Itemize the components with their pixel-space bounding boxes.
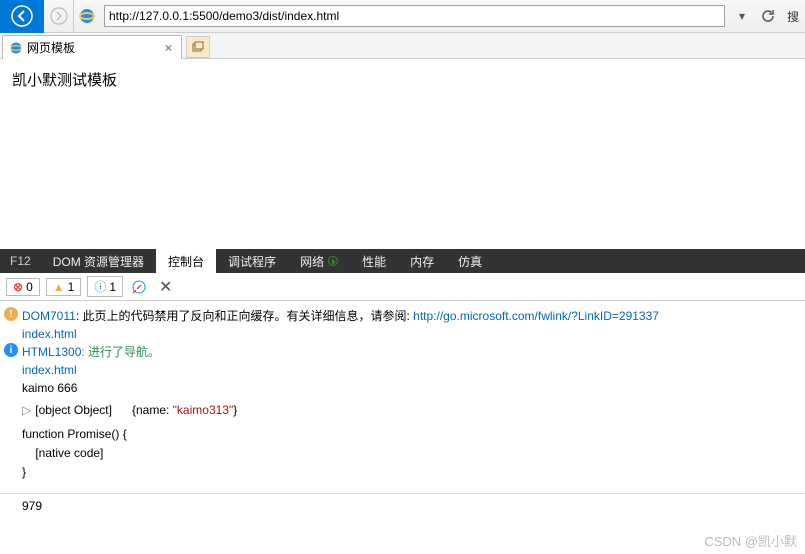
warning-icon: !: [4, 307, 18, 321]
error-icon: ⊗: [13, 280, 23, 294]
refresh-button[interactable]: [756, 4, 780, 28]
warning-count[interactable]: ▲ 1: [46, 278, 82, 296]
ie-icon: [9, 41, 23, 55]
f12-label: F12: [0, 254, 41, 268]
console-output: ! DOM7011: 此页上的代码禁用了反向和正向缓存。有关详细信息，请参阅: …: [0, 301, 805, 521]
info-icon: i: [4, 343, 18, 357]
warning-icon: ▲: [53, 280, 65, 294]
close-icon[interactable]: ×: [162, 41, 175, 55]
console-warning-row: ! DOM7011: 此页上的代码禁用了反向和正向缓存。有关详细信息，请参阅: …: [0, 305, 805, 327]
tab-dom-explorer[interactable]: DOM 资源管理器: [41, 249, 156, 273]
info-count[interactable]: ⓘ 1: [87, 276, 123, 297]
back-button[interactable]: [0, 0, 44, 33]
info-icon: ⓘ: [94, 278, 106, 295]
error-count[interactable]: ⊗ 0: [6, 278, 40, 296]
record-icon: [328, 256, 338, 266]
tab-network[interactable]: 网络: [288, 249, 350, 273]
watermark: CSDN @凯小默: [704, 531, 797, 550]
console-function-row: function Promise() { [native code] }: [0, 421, 805, 487]
page-heading: 凯小默测试模板: [12, 69, 793, 90]
address-bar[interactable]: [104, 5, 725, 27]
new-tab-button[interactable]: [186, 36, 210, 58]
console-log-row: 979: [0, 493, 805, 517]
tab-bar: 网页模板 ×: [0, 33, 805, 59]
console-log-row: kaimo 666: [0, 377, 805, 399]
tab-title: 网页模板: [27, 39, 75, 56]
ie-icon: [74, 7, 100, 25]
search-label[interactable]: 搜: [781, 8, 805, 25]
msg-code: DOM7011: [22, 309, 76, 323]
tab-performance[interactable]: 性能: [350, 249, 398, 273]
tab-debugger[interactable]: 调试程序: [216, 249, 288, 273]
tab-memory[interactable]: 内存: [398, 249, 446, 273]
source-file[interactable]: index.html: [0, 363, 805, 377]
expand-icon[interactable]: ▷: [22, 403, 31, 417]
forward-button[interactable]: [44, 0, 74, 33]
devtools-tabbar: F12 DOM 资源管理器 控制台 调试程序 网络 性能 内存 仿真: [0, 249, 805, 273]
console-object-row[interactable]: ▷[object Object] {name: "kaimo313"}: [0, 399, 805, 421]
source-file[interactable]: index.html: [0, 327, 805, 341]
clear-button[interactable]: ✕: [155, 277, 176, 297]
console-filterbar: ⊗ 0 ▲ 1 ⓘ 1 ✕: [0, 273, 805, 301]
browser-tab[interactable]: 网页模板 ×: [2, 35, 182, 59]
page-content: 凯小默测试模板: [0, 59, 805, 249]
browser-navbar: ▾ 搜: [0, 0, 805, 33]
dropdown-button[interactable]: ▾: [730, 4, 754, 28]
msg-link[interactable]: http://go.microsoft.com/fwlink/?LinkID=2…: [413, 309, 659, 323]
target-icon[interactable]: [129, 277, 149, 297]
msg-code: HTML1300: [22, 345, 81, 359]
tab-emulation[interactable]: 仿真: [446, 249, 494, 273]
tab-console[interactable]: 控制台: [156, 249, 216, 273]
console-info-row: i HTML1300: 进行了导航。: [0, 341, 805, 363]
